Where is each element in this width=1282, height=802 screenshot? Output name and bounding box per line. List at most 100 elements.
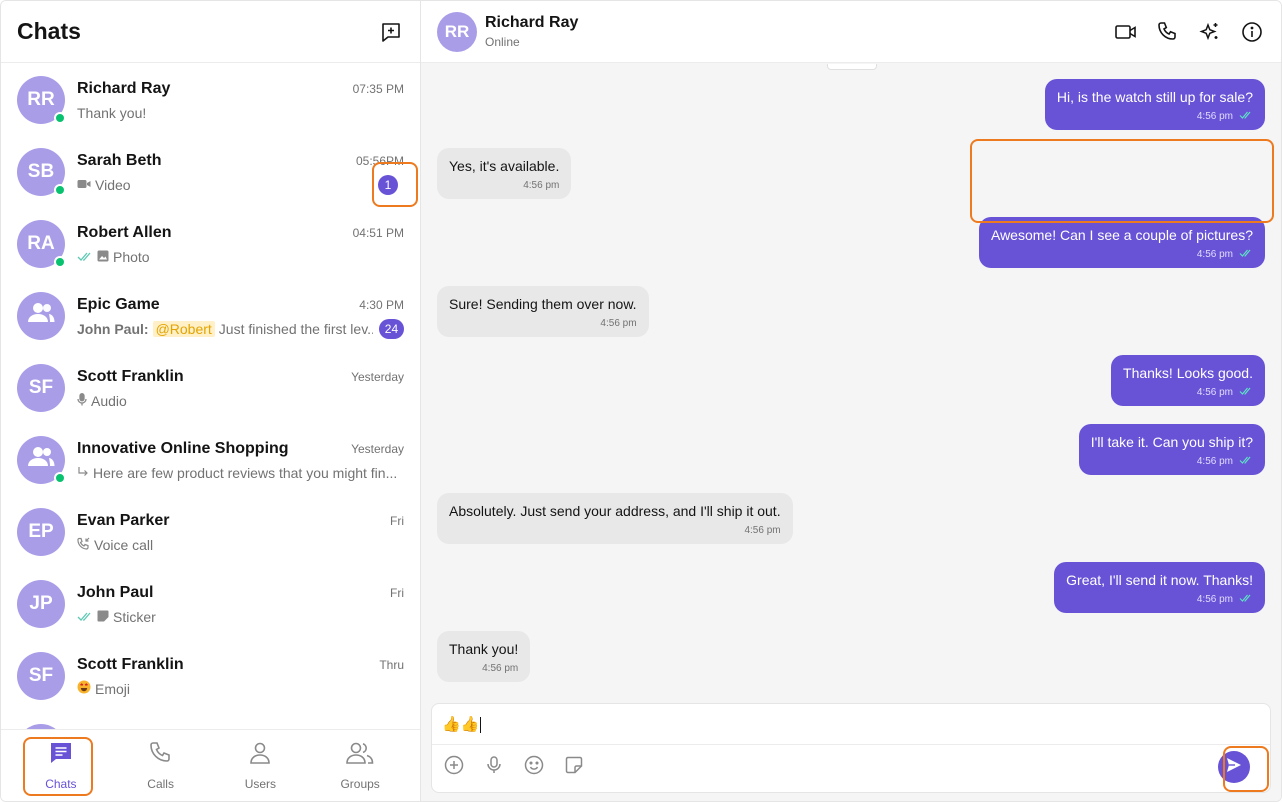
avatar: SF <box>17 652 65 700</box>
chat-item-epic-game[interactable]: Epic Game 4:30 PM John Paul: @Robert Just… <box>1 280 420 352</box>
chat-preview: Sticker <box>77 609 156 625</box>
video-call-icon[interactable] <box>1113 19 1139 45</box>
chat-time: Yesterday <box>351 369 404 384</box>
emoji-picker-icon[interactable] <box>524 755 544 780</box>
group-icon <box>27 302 55 330</box>
chat-preview: Voice call <box>77 537 153 553</box>
sticker-icon <box>97 609 109 625</box>
message-bubble-outgoing[interactable]: Thanks! Looks good. 4:56 pm <box>1111 355 1265 406</box>
unread-badge: 1 <box>378 174 398 195</box>
chat-preview: Photo <box>77 249 150 265</box>
chat-item-sarah-beth[interactable]: SB Sarah Beth 05:56PM Video 1 <box>1 136 420 208</box>
chat-preview: Thank you! <box>77 104 147 121</box>
double-check-icon <box>1239 245 1253 263</box>
tab-users[interactable]: Users <box>225 740 295 791</box>
chat-item-robert-allen[interactable]: RA Robert Allen 04:51 PM Photo <box>1 208 420 280</box>
group-icon <box>345 740 375 771</box>
message-bubble-outgoing[interactable]: Great, I'll send it now. Thanks! 4:56 pm <box>1054 562 1265 613</box>
tab-calls[interactable]: Calls <box>126 740 196 791</box>
contact-name: Richard Ray <box>485 14 579 31</box>
online-status-dot <box>54 472 66 484</box>
avatar[interactable]: RR <box>437 11 477 52</box>
message-input[interactable]: 👍👍 <box>432 704 1270 745</box>
double-check-icon <box>77 249 93 265</box>
chat-time: Yesterday <box>351 441 404 456</box>
message-sender: John Paul: <box>77 320 149 337</box>
voice-call-icon[interactable] <box>1155 19 1181 45</box>
message-time: 4:56 pm <box>600 317 637 329</box>
chat-name: Robert Allen <box>77 223 172 241</box>
message-text: Sure! Sending them over now. <box>449 296 637 312</box>
tab-label: Users <box>244 777 277 791</box>
message-time: 4:56 pm <box>1196 455 1233 467</box>
message-text: Absolutely. Just send your address, and … <box>449 503 781 519</box>
info-icon[interactable] <box>1239 19 1265 45</box>
chat-app: Chats RR Richard Ray 07:35 PM Thank you! … <box>0 0 1282 802</box>
chat-name: Scott Franklin <box>77 655 184 673</box>
message-bubble-outgoing[interactable]: Hi, is the watch still up for sale? 4:56… <box>1044 79 1265 130</box>
message-text: Great, I'll send it now. Thanks! <box>1066 572 1253 588</box>
conversation-header: RR Richard Ray Online <box>421 1 1281 63</box>
reply-icon <box>77 465 89 481</box>
chat-bubble-icon <box>48 740 74 771</box>
phone-icon <box>148 740 174 771</box>
avatar: SB <box>17 148 66 196</box>
message-text: Thank you! <box>449 641 519 657</box>
chat-item-scott-franklin[interactable]: SF Scott Franklin Yesterday Audio <box>1 352 420 424</box>
chat-item-richard-ray[interactable]: RR Richard Ray 07:35 PM Thank you! <box>1 64 420 136</box>
chat-name: Scott Franklin <box>77 367 184 385</box>
message-bubble-incoming[interactable]: Sure! Sending them over now. 4:56 pm <box>437 286 649 337</box>
chat-preview: Audio <box>77 393 127 409</box>
conversation-panel: RR Richard Ray Online Hi, is the watch s… <box>421 1 1281 801</box>
chat-time: 04:51 PM <box>352 225 404 240</box>
video-icon <box>77 177 91 193</box>
message-text: Hi, is the watch still up for sale? <box>1056 89 1253 105</box>
send-button[interactable] <box>1218 751 1250 783</box>
chat-preview: Video <box>77 177 131 193</box>
ai-sparkle-icon[interactable] <box>1197 19 1223 45</box>
microphone-icon[interactable] <box>484 755 504 780</box>
group-icon <box>27 446 55 474</box>
chat-time: Thru <box>379 657 404 672</box>
chat-item-scott-franklin-2[interactable]: SF Scott Franklin Thru Emoji <box>1 640 420 712</box>
online-status-dot <box>54 256 66 268</box>
user-icon <box>247 740 273 771</box>
message-text: Yes, it's available. <box>449 158 560 174</box>
message-time: 4:56 pm <box>1196 593 1233 605</box>
avatar: RR <box>17 76 66 124</box>
message-bubble-incoming[interactable]: Thank you! 4:56 pm <box>437 631 531 682</box>
bottom-tab-bar: Chats Calls Users Groups <box>1 729 420 801</box>
double-check-icon <box>1239 383 1253 401</box>
sticker-picker-icon[interactable] <box>564 755 584 780</box>
chat-item-evan-parker[interactable]: EP Evan Parker Fri Voice call <box>1 496 420 568</box>
message-list: Hi, is the watch still up for sale? 4:56… <box>421 64 1281 693</box>
tab-groups[interactable]: Groups <box>325 740 395 791</box>
tab-chats[interactable]: Chats <box>26 740 96 791</box>
message-bubble-incoming[interactable]: Yes, it's available. 4:56 pm <box>437 148 572 199</box>
tab-label: Calls <box>147 777 174 791</box>
chat-name: Evan Parker <box>77 511 170 529</box>
message-bubble-outgoing[interactable]: Awesome! Can I see a couple of pictures?… <box>978 217 1265 268</box>
chat-preview: Emoji <box>77 680 130 697</box>
new-chat-icon[interactable] <box>378 19 404 45</box>
chat-name: John Paul <box>77 583 154 601</box>
photo-icon <box>97 249 109 265</box>
chat-item-innovative-online-shopping[interactable]: Innovative Online Shopping Yesterday Here… <box>1 424 420 496</box>
online-status-dot <box>54 112 66 124</box>
chat-item-partial[interactable] <box>1 712 420 729</box>
message-bubble-outgoing[interactable]: I'll take it. Can you ship it? 4:56 pm <box>1078 424 1265 475</box>
message-time: 4:56 pm <box>523 179 560 191</box>
avatar: EP <box>17 508 65 556</box>
double-check-icon <box>1239 107 1253 125</box>
chat-preview: Here are few product reviews that you mi… <box>77 465 397 481</box>
chat-name: Richard Ray <box>77 79 171 97</box>
avatar: JP <box>17 580 65 628</box>
contact-status: Online <box>485 35 520 49</box>
message-text: Thanks! Looks good. <box>1123 365 1253 381</box>
add-attachment-icon[interactable] <box>444 755 464 780</box>
message-bubble-incoming[interactable]: Absolutely. Just send your address, and … <box>437 493 793 544</box>
chat-time: 4:30 PM <box>359 297 404 312</box>
chat-item-john-paul[interactable]: JP John Paul Fri Sticker <box>1 568 420 640</box>
chat-name: Innovative Online Shopping <box>77 439 289 457</box>
message-composer: 👍👍 <box>431 703 1271 793</box>
